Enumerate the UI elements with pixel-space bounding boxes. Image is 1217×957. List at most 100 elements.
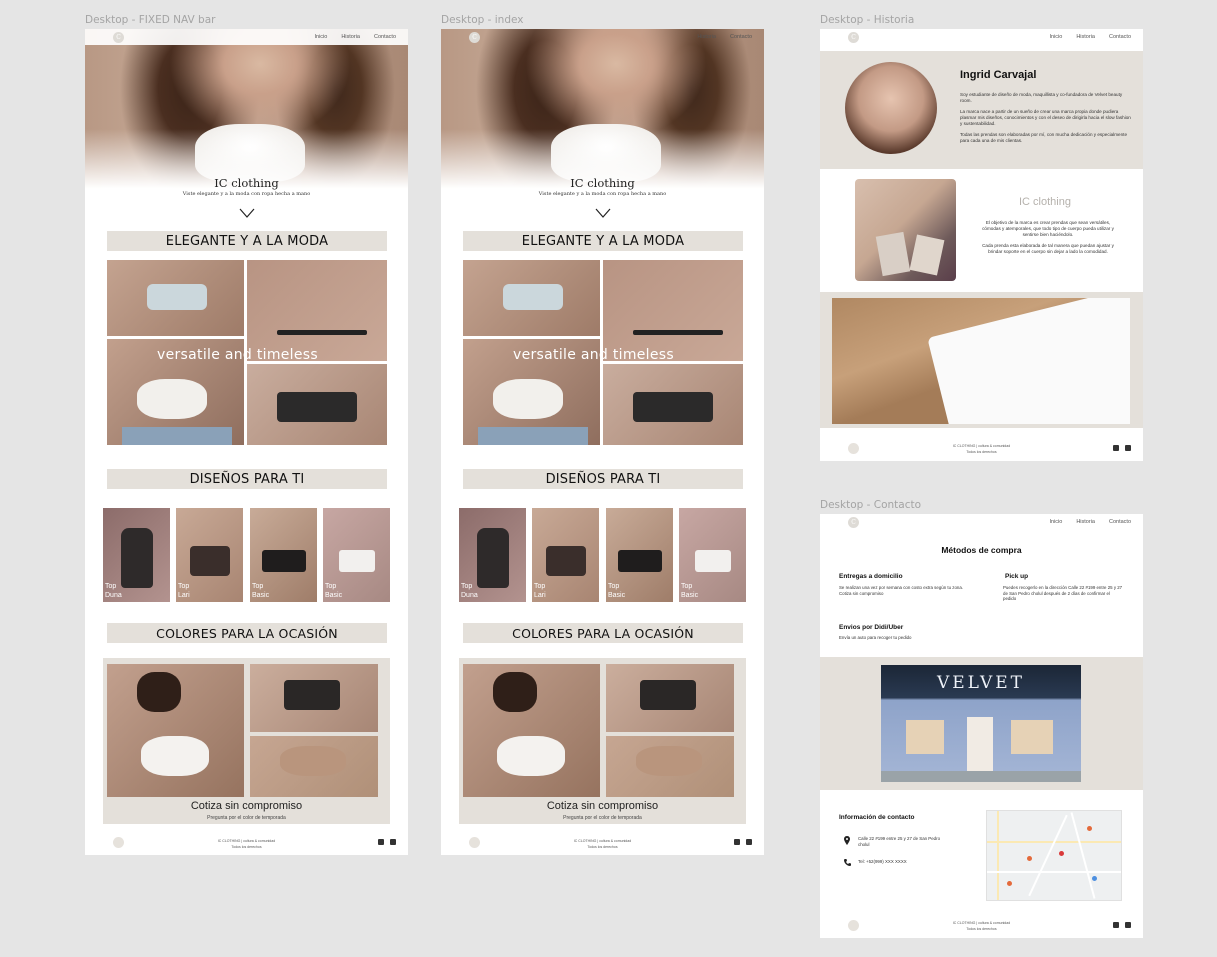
footer: IC CLOTHING | cultura & comunidad Todos l… bbox=[820, 438, 1143, 460]
cotiza-subtext: Pregunta por el color de temporada bbox=[563, 815, 642, 821]
footer-text: IC CLOTHING | cultura & comunidad bbox=[952, 921, 1011, 925]
footer: IC CLOTHING | cultura & comunidad Todos l… bbox=[441, 832, 764, 854]
nav-contacto[interactable]: Contacto bbox=[1109, 34, 1131, 40]
footer-text: Todos los derechos bbox=[587, 845, 618, 849]
brand-text: El objetivo de la marca es crear prendas… bbox=[978, 220, 1118, 255]
photo-bow-model bbox=[107, 664, 244, 797]
product-name: Duna bbox=[105, 592, 122, 599]
photo-back bbox=[603, 260, 743, 361]
section-title-elegante: ELEGANTE Y A LA MODA bbox=[107, 231, 387, 251]
frame-contacto: C Inicio Historia Contacto Métodos de co… bbox=[820, 514, 1143, 938]
logo-icon[interactable]: C bbox=[848, 31, 859, 43]
photo-top-blue bbox=[463, 260, 600, 336]
frame-label-index: Desktop - index bbox=[441, 14, 524, 26]
nav-inicio[interactable]: Inicio bbox=[1049, 34, 1062, 40]
product-name: Lari bbox=[178, 592, 190, 599]
frame-fixed-nav: IC clothing Viste elegante y a la moda c… bbox=[85, 29, 408, 855]
cotiza-text: Cotiza sin compromiso bbox=[546, 800, 659, 812]
location-pin-icon bbox=[844, 836, 850, 845]
product-card[interactable]: Top Basic bbox=[250, 508, 317, 602]
chevron-down-icon[interactable] bbox=[595, 208, 611, 218]
photo-nude-bow bbox=[250, 736, 378, 797]
footer-text: IC CLOTHING | cultura & comunidad bbox=[217, 839, 276, 843]
chevron-down-icon[interactable] bbox=[239, 208, 255, 218]
store-section: VELVET bbox=[820, 657, 1143, 790]
bio-section: Ingrid Carvajal Soy estudiante de diseño… bbox=[820, 51, 1143, 169]
footer-text: Todos los derechos bbox=[231, 845, 262, 849]
hero-image bbox=[441, 29, 764, 199]
nav-historia[interactable]: Historia bbox=[697, 34, 716, 40]
section-title-disenos: DISEÑOS PARA TI bbox=[107, 469, 387, 489]
nav-historia[interactable]: Historia bbox=[341, 34, 360, 40]
photo-bow-model bbox=[463, 664, 600, 797]
logo-icon[interactable]: C bbox=[113, 31, 124, 43]
nav-historia[interactable]: Historia bbox=[1076, 34, 1095, 40]
product-label: Top bbox=[105, 583, 117, 590]
nav-bar: C Inicio Historia Contacto bbox=[820, 514, 1143, 530]
contact-title: Métodos de compra bbox=[941, 545, 1022, 555]
photo-back bbox=[247, 260, 387, 361]
logo-icon[interactable]: C bbox=[848, 516, 859, 528]
product-label: Top bbox=[681, 583, 693, 590]
cotiza-text: Cotiza sin compromiso bbox=[190, 800, 303, 812]
product-label: Top bbox=[252, 583, 264, 590]
bio-paragraph: Todas las prendas son elaboradas por mí,… bbox=[960, 132, 1128, 143]
nav-contacto[interactable]: Contacto bbox=[1109, 519, 1131, 525]
facebook-icon[interactable] bbox=[1125, 445, 1131, 451]
product-card[interactable]: Top Duna bbox=[103, 508, 170, 602]
section-title-elegante: ELEGANTE Y A LA MODA bbox=[463, 231, 743, 251]
nav-historia[interactable]: Historia bbox=[1076, 519, 1095, 525]
logo-icon[interactable]: C bbox=[469, 31, 480, 43]
frame-label-contacto: Desktop - Contacto bbox=[820, 499, 922, 511]
product-card[interactable]: Top Basic bbox=[606, 508, 673, 602]
entregas-line: Cotiza sin compromiso bbox=[839, 590, 884, 596]
frame-label-historia: Desktop - Historia bbox=[820, 14, 915, 26]
product-label: Top bbox=[534, 583, 546, 590]
nav-inicio[interactable]: Inicio bbox=[314, 34, 327, 40]
entregas-line: Se realizan una vez por semana con costo… bbox=[839, 585, 963, 590]
bio-text: Soy estudiante de diseño de moda, maquil… bbox=[960, 92, 1132, 144]
product-name: Basic bbox=[252, 592, 270, 599]
product-name: Basic bbox=[325, 592, 343, 599]
hero-image bbox=[85, 29, 408, 199]
phone-icon bbox=[844, 859, 851, 866]
pickup-title: Pick up bbox=[1005, 573, 1029, 580]
product-card[interactable]: Top Basic bbox=[323, 508, 390, 602]
instagram-icon[interactable] bbox=[1113, 445, 1119, 451]
product-card[interactable]: Top Lari bbox=[176, 508, 243, 602]
product-card[interactable]: Top Basic bbox=[679, 508, 746, 602]
facebook-icon[interactable] bbox=[390, 839, 396, 845]
bio-paragraph: Soy estudiante de diseño de moda, maquil… bbox=[960, 92, 1123, 103]
address-text: Calle 22 #199 entre 25 y 27 de San Pedro… bbox=[858, 836, 941, 847]
colors-box: Cotiza sin compromiso Pregunta por el co… bbox=[103, 658, 390, 824]
instagram-icon[interactable] bbox=[1113, 922, 1119, 928]
envios-text: Envía un auto para recoger tu pedido bbox=[839, 635, 912, 640]
brand-paragraph: El objetivo de la marca es crear prendas… bbox=[982, 220, 1114, 237]
frame-historia: C Inicio Historia Contacto Ingrid Carvaj… bbox=[820, 29, 1143, 461]
section-title-colores: COLORES PARA LA OCASIÓN bbox=[107, 623, 387, 643]
nav-inicio[interactable]: Inicio bbox=[1049, 519, 1062, 525]
frame-index: IC clothing Viste elegante y a la moda c… bbox=[441, 29, 764, 855]
nav-contacto[interactable]: Contacto bbox=[730, 34, 752, 40]
instagram-icon[interactable] bbox=[734, 839, 740, 845]
footer: IC CLOTHING | cultura & comunidad Todos l… bbox=[85, 832, 408, 854]
nav-contacto[interactable]: Contacto bbox=[374, 34, 396, 40]
entregas-text: Se realizan una vez por semana con costo… bbox=[839, 585, 964, 596]
instagram-icon[interactable] bbox=[378, 839, 384, 845]
hero-subtitle: Viste elegante y a la moda con ropa hech… bbox=[182, 191, 311, 197]
facebook-icon[interactable] bbox=[1125, 922, 1131, 928]
map-pin-icon bbox=[1059, 851, 1064, 856]
product-name: Lari bbox=[534, 592, 546, 599]
cotiza-subtext: Pregunta por el color de temporada bbox=[207, 815, 286, 821]
pickup-text: Puedes recogerlo en la dirección Calle 2… bbox=[1003, 585, 1123, 601]
product-card[interactable]: Top Duna bbox=[459, 508, 526, 602]
store-sign: VELVET bbox=[937, 673, 1025, 693]
section-title-disenos: DISEÑOS PARA TI bbox=[463, 469, 743, 489]
frame-label-fixed-nav: Desktop - FIXED NAV bar bbox=[85, 14, 216, 26]
product-card[interactable]: Top Lari bbox=[532, 508, 599, 602]
facebook-icon[interactable] bbox=[746, 839, 752, 845]
entregas-title: Entregas a domicilio bbox=[839, 573, 903, 580]
map[interactable] bbox=[986, 810, 1122, 901]
nav-bar: C Inicio Historia Contacto bbox=[820, 29, 1143, 45]
footer-text: Todos los derechos bbox=[966, 927, 997, 931]
